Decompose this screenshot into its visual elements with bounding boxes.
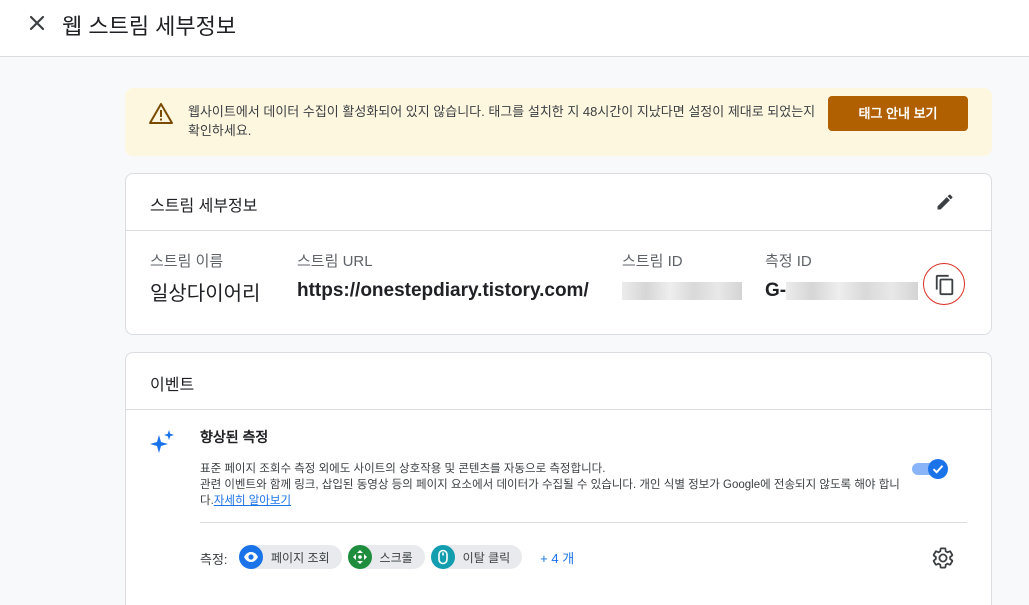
measurement-id-field: 측정 ID G- <box>765 250 919 302</box>
enhanced-measurement-toggle[interactable] <box>910 459 948 479</box>
stream-url-value: https://onestepdiary.tistory.com/ <box>297 280 589 301</box>
stream-details-header: 스트림 세부정보 <box>126 174 991 231</box>
warning-banner: 웹사이트에서 데이터 수집이 활성화되어 있지 않습니다. 태그를 설치한 지 … <box>125 88 992 156</box>
sparkle-icon <box>150 430 174 453</box>
more-measurements-link[interactable]: + 4 개 <box>540 548 574 567</box>
gear-icon[interactable] <box>931 546 955 570</box>
copy-icon <box>935 274 954 296</box>
divider <box>200 522 967 523</box>
measurement-id-prefix: G- <box>765 280 787 301</box>
chip-scroll-label: 스크롤 <box>379 550 413 565</box>
eye-icon <box>239 545 263 569</box>
warning-icon <box>149 103 173 124</box>
copy-measurement-id-button[interactable] <box>923 263 965 305</box>
stream-name-value: 일상다이어리 <box>150 283 261 305</box>
events-title: 이벤트 <box>150 377 195 394</box>
enhanced-measurement-title: 향상된 측정 <box>200 429 269 445</box>
stream-details-card: 스트림 세부정보 스트림 이름 일상다이어리 스트림 URL https://o… <box>125 173 992 335</box>
stream-name-field: 스트림 이름 일상다이어리 <box>150 250 260 306</box>
toggle-knob <box>928 459 948 479</box>
events-header: 이벤트 <box>126 353 991 410</box>
measurement-id-label: 측정 ID <box>765 253 812 270</box>
description-line-1: 표준 페이지 조회수 측정 외에도 사이트의 상호작용 및 콘텐츠를 자동으로 … <box>200 463 606 475</box>
chip-page-views[interactable]: 페이지 조회 <box>239 545 342 569</box>
measurement-label: 측정: <box>200 552 228 567</box>
stream-id-field: 스트림 ID <box>622 250 742 300</box>
measurement-chips: 페이지 조회 스크롤 이탈 클릭 + 4 개 <box>239 545 574 569</box>
stream-url-field: 스트림 URL https://onestepdiary.tistory.com… <box>297 250 589 302</box>
banner-message: 웹사이트에서 데이터 수집이 활성화되어 있지 않습니다. 태그를 설치한 지 … <box>188 104 816 138</box>
measurement-id-redacted <box>786 282 919 300</box>
description-line-2: 관련 이벤트와 함께 링크, 삽입된 동영상 등의 페이지 요소에서 데이터가 … <box>200 479 900 507</box>
stream-name-label: 스트림 이름 <box>150 253 224 270</box>
scroll-arrows-icon <box>347 545 372 569</box>
learn-more-link[interactable]: 자세히 알아보기 <box>214 495 291 507</box>
close-icon[interactable] <box>24 10 50 36</box>
enhanced-measurement-description: 표준 페이지 조회수 측정 외에도 사이트의 상호작용 및 콘텐츠를 자동으로 … <box>200 461 910 509</box>
mouse-icon <box>430 545 455 569</box>
page-title: 웹 스트림 세부정보 <box>62 14 237 39</box>
stream-id-redacted <box>622 282 742 300</box>
chip-outbound-clicks-label: 이탈 클릭 <box>462 550 511 565</box>
top-bar: 웹 스트림 세부정보 <box>0 0 1029 57</box>
chip-page-views-label: 페이지 조회 <box>271 550 330 565</box>
stream-id-label: 스트림 ID <box>622 253 683 270</box>
stream-details-title: 스트림 세부정보 <box>150 198 258 215</box>
events-card: 이벤트 향상된 측정 표준 페이지 조회수 측정 외에도 사이트의 상호작용 및… <box>125 352 992 605</box>
stream-url-label: 스트림 URL <box>297 253 373 270</box>
chip-scroll[interactable]: 스크롤 <box>347 545 425 569</box>
view-tag-guide-button[interactable]: 태그 안내 보기 <box>828 96 968 131</box>
chip-outbound-clicks[interactable]: 이탈 클릭 <box>430 545 523 569</box>
edit-pencil-icon[interactable] <box>935 192 955 212</box>
check-icon <box>932 465 944 474</box>
